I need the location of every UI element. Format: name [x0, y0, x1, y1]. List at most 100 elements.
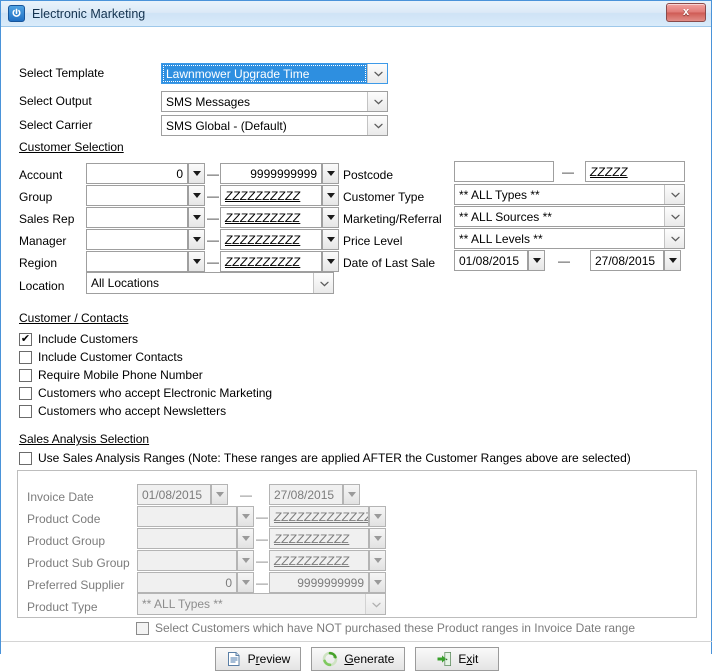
chevron-down-icon[interactable] — [664, 229, 684, 248]
triangle-down-icon — [326, 215, 335, 220]
product-code-dash: — — [256, 510, 268, 524]
product-type-label: Product Type — [27, 600, 98, 614]
exit-button[interactable]: Exit — [415, 647, 500, 671]
date-of-last-sale-to-field[interactable]: 27/08/2015 — [590, 250, 664, 271]
group-to-field[interactable]: ZZZZZZZZZZ — [220, 185, 322, 206]
product-group-to-dropdown — [369, 528, 386, 549]
select-template-combobox[interactable]: Lawnmower Upgrade Time — [161, 63, 388, 84]
product-group-to-value: ZZZZZZZZZZ — [274, 531, 350, 546]
window-title: Electronic Marketing — [32, 6, 146, 21]
triangle-down-icon — [192, 215, 201, 220]
manager-from-field[interactable] — [86, 229, 188, 250]
use-sales-analysis-ranges-checkbox[interactable]: Use Sales Analysis Ranges (Note: These r… — [19, 451, 631, 465]
checkbox-box — [19, 368, 32, 382]
price-level-label: Price Level — [343, 234, 403, 248]
accept-electronic-marketing-checkbox[interactable]: Customers who accept Electronic Marketin… — [19, 386, 272, 400]
sales-rep-from-dropdown[interactable] — [188, 207, 205, 228]
select-output-combobox[interactable]: SMS Messages — [161, 91, 388, 112]
manager-to-value: ZZZZZZZZZZ — [225, 232, 301, 247]
date-of-last-sale-from-field[interactable]: 01/08/2015 — [454, 250, 528, 271]
include-customers-checkbox[interactable]: ✔ Include Customers — [19, 332, 138, 346]
include-customer-contacts-checkbox[interactable]: Include Customer Contacts — [19, 350, 183, 364]
manager-range-dash: — — [207, 233, 219, 247]
location-combobox[interactable]: All Locations — [86, 272, 334, 294]
close-button[interactable]: x — [666, 3, 706, 22]
product-type-value: ** ALL Types ** — [142, 597, 223, 611]
account-to-dropdown[interactable] — [322, 163, 339, 184]
triangle-down-icon — [373, 580, 382, 585]
account-range-dash: — — [207, 167, 219, 181]
account-from-value: 0 — [176, 166, 183, 181]
invoice-date-from-dropdown — [211, 484, 228, 505]
postcode-from-field[interactable] — [454, 161, 554, 182]
sales-rep-to-dropdown[interactable] — [322, 207, 339, 228]
product-code-from-dropdown — [237, 506, 254, 527]
select-template-value: Lawnmower Upgrade Time — [162, 64, 367, 83]
sales-rep-to-value: ZZZZZZZZZZ — [225, 210, 301, 225]
application-window: Electronic Marketing x Select Template L… — [0, 0, 712, 671]
marketing-referral-label: Marketing/Referral — [343, 212, 442, 226]
preferred-supplier-from-field: 0 — [137, 572, 237, 593]
account-from-field[interactable]: 0 — [86, 163, 188, 184]
product-group-from-dropdown — [237, 528, 254, 549]
chevron-down-icon[interactable] — [313, 273, 333, 293]
customer-type-combobox[interactable]: ** ALL Types ** — [454, 184, 685, 205]
region-label: Region — [19, 256, 58, 270]
group-to-dropdown[interactable] — [322, 185, 339, 206]
group-from-dropdown[interactable] — [188, 185, 205, 206]
invoice-date-to-value: 27/08/2015 — [274, 487, 335, 502]
chevron-down-icon[interactable] — [664, 185, 684, 204]
triangle-down-icon — [326, 171, 335, 176]
chevron-down-icon[interactable] — [367, 92, 387, 111]
manager-from-dropdown[interactable] — [188, 229, 205, 250]
product-group-label: Product Group — [27, 534, 106, 548]
product-group-from-field — [137, 528, 237, 549]
triangle-down-icon — [373, 514, 382, 519]
sales-rep-from-field[interactable] — [86, 207, 188, 228]
region-to-value: ZZZZZZZZZZ — [225, 254, 301, 269]
preview-button[interactable]: Preview — [214, 647, 302, 671]
date-of-last-sale-to-dropdown[interactable] — [664, 250, 681, 271]
require-mobile-phone-number-checkbox[interactable]: Require Mobile Phone Number — [19, 368, 203, 382]
postcode-to-field[interactable]: ZZZZZ — [585, 161, 685, 182]
account-from-dropdown[interactable] — [188, 163, 205, 184]
title-bar: Electronic Marketing x — [1, 1, 711, 27]
region-to-field[interactable]: ZZZZZZZZZZ — [220, 251, 322, 272]
product-code-to-value: ZZZZZZZZZZZZZ — [274, 509, 369, 524]
marketing-referral-combobox[interactable]: ** ALL Sources ** — [454, 206, 685, 227]
region-to-dropdown[interactable] — [322, 251, 339, 272]
product-code-to-field: ZZZZZZZZZZZZZ — [269, 506, 369, 527]
region-from-field[interactable] — [86, 251, 188, 272]
chevron-down-icon[interactable] — [367, 64, 387, 83]
manager-to-dropdown[interactable] — [322, 229, 339, 250]
preferred-supplier-to-field: 9999999999 — [269, 572, 369, 593]
invoice-date-to-dropdown — [343, 484, 360, 505]
power-icon — [8, 5, 25, 22]
checkbox-box — [19, 451, 32, 465]
region-from-dropdown[interactable] — [188, 251, 205, 272]
checkbox-box — [136, 621, 149, 635]
select-carrier-combobox[interactable]: SMS Global - (Default) — [161, 115, 388, 136]
product-sub-group-from-dropdown — [237, 550, 254, 571]
chevron-down-icon[interactable] — [367, 116, 387, 135]
product-group-dash: — — [256, 532, 268, 546]
price-level-combobox[interactable]: ** ALL Levels ** — [454, 228, 685, 249]
not-purchased-checkbox: Select Customers which have NOT purchase… — [136, 621, 635, 635]
account-to-field[interactable]: 9999999999 — [220, 163, 322, 184]
generate-button[interactable]: Generate — [311, 647, 406, 671]
group-from-field[interactable] — [86, 185, 188, 206]
accept-newsletters-checkbox[interactable]: Customers who accept Newsletters — [19, 404, 226, 418]
preferred-supplier-to-value: 9999999999 — [297, 575, 364, 590]
marketing-referral-value: ** ALL Sources ** — [459, 209, 552, 224]
product-type-combobox: ** ALL Types ** — [137, 593, 386, 615]
footer-divider — [1, 641, 712, 642]
client-area: Select Template Lawnmower Upgrade Time S… — [1, 27, 712, 671]
date-of-last-sale-from-dropdown[interactable] — [528, 250, 545, 271]
chevron-down-icon[interactable] — [664, 207, 684, 226]
manager-to-field[interactable]: ZZZZZZZZZZ — [220, 229, 322, 250]
invoice-date-from-field: 01/08/2015 — [137, 484, 211, 505]
triangle-down-icon — [192, 259, 201, 264]
sales-rep-to-field[interactable]: ZZZZZZZZZZ — [220, 207, 322, 228]
product-sub-group-to-value: ZZZZZZZZZZ — [274, 553, 350, 568]
triangle-down-icon — [373, 558, 382, 563]
